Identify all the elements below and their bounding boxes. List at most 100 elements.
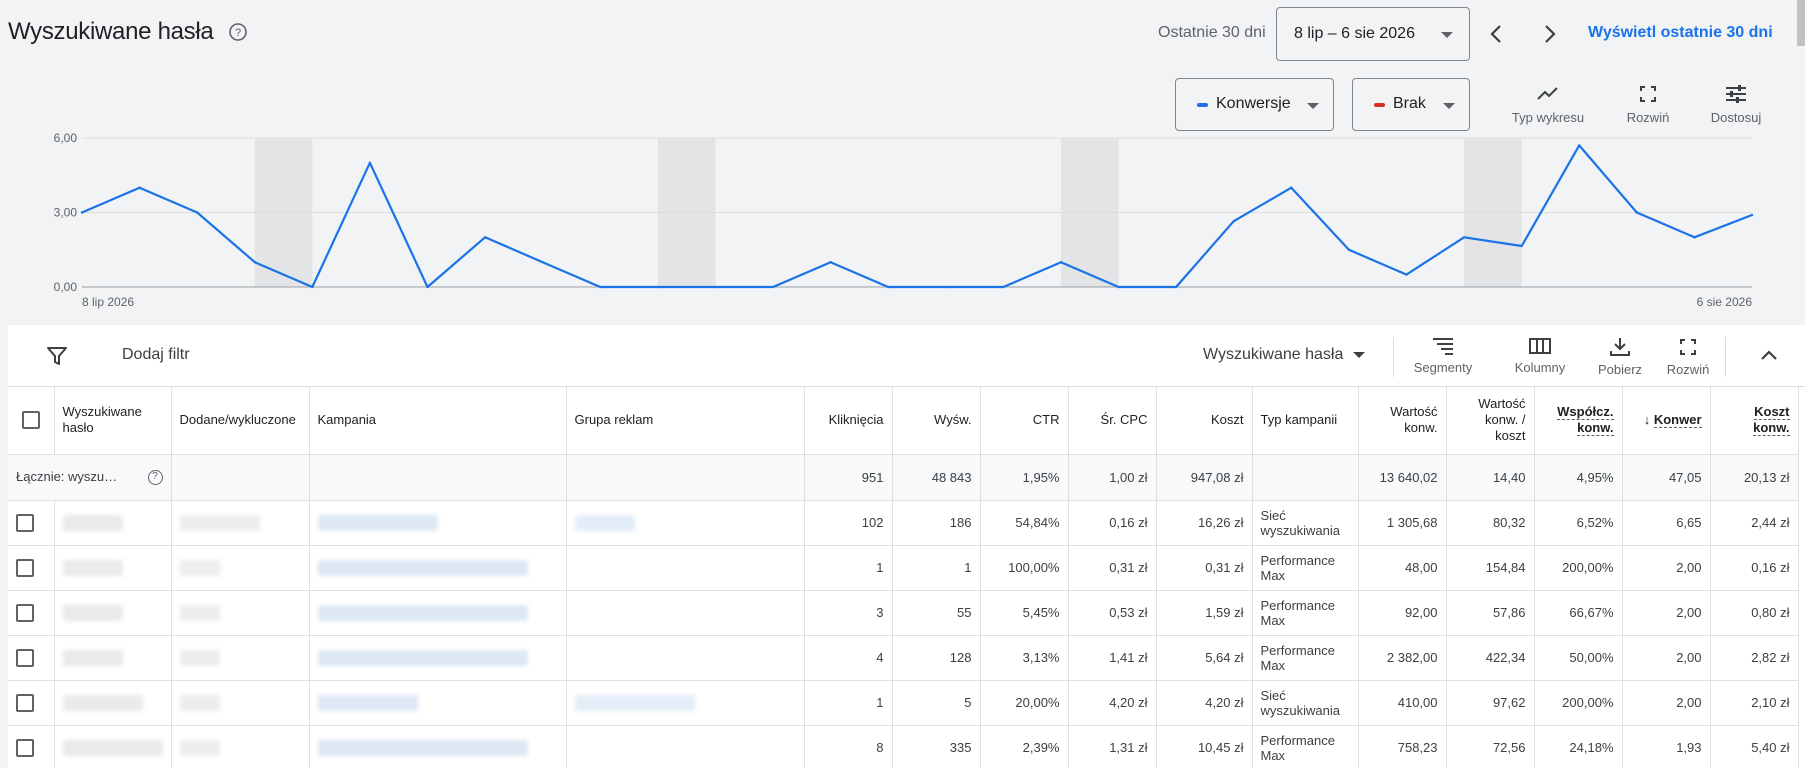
date-range-select[interactable]: 8 lip – 6 sie 2026 <box>1276 7 1470 61</box>
header-cost-per-conv[interactable]: Koszt konw. <box>1710 387 1799 455</box>
cell-cpc: 0,31 zł <box>1068 545 1157 591</box>
redacted-search-term <box>62 559 123 576</box>
header-conv-rate[interactable]: Współcz. konw. <box>1534 387 1623 455</box>
segments-button[interactable]: Segmenty <box>1408 337 1478 375</box>
header-term[interactable]: Wyszukiwane hasło <box>54 387 172 455</box>
cell-convval: 410,00 <box>1358 680 1447 726</box>
ad-group-name-cell[interactable] <box>566 545 805 591</box>
page-title: Wyszukiwane hasła <box>8 18 214 45</box>
table-expand-button[interactable]: Rozwiń <box>1658 337 1718 377</box>
y-tick-label: 0,00 <box>54 280 78 294</box>
data-point <box>1290 186 1293 189</box>
ad-group-name-cell[interactable] <box>566 500 805 546</box>
data-point <box>599 285 602 289</box>
show-last-30-days-link[interactable]: Wyświetl ostatnie 30 dni <box>1588 24 1773 42</box>
header-avg-cpc[interactable]: Śr. CPC <box>1068 387 1157 455</box>
total-cost: 947,08 zł <box>1156 454 1253 501</box>
cell-valcost: 57,86 <box>1446 590 1535 636</box>
table-row[interactable]: 1 5 20,00% 4,20 zł 4,20 zł Sieć wyszukiwania 41… <box>8 680 1799 726</box>
total-empty-cell <box>171 454 310 501</box>
chevron-down-icon <box>1441 32 1453 38</box>
select-all-checkbox[interactable] <box>21 411 40 430</box>
header-clicks[interactable]: Kliknięcia <box>804 387 893 455</box>
scrollbar-thumb[interactable] <box>1797 0 1805 46</box>
header-cost[interactable]: Koszt <box>1156 387 1253 455</box>
cell-impr: 1 <box>892 545 981 591</box>
series-color-swatch <box>1197 103 1208 107</box>
row-checkbox[interactable] <box>16 738 34 757</box>
campaign-name-cell[interactable] <box>309 545 567 591</box>
sort-desc-icon: ↓ <box>1643 412 1651 428</box>
table-row[interactable]: 102 186 54,84% 0,16 zł 16,26 zł Sieć wyszukiwa… <box>8 500 1799 546</box>
customize-button[interactable]: Dostosuj <box>1703 84 1769 125</box>
data-point <box>195 211 199 214</box>
metric-select-conversions[interactable]: Konwersje <box>1175 78 1334 131</box>
redacted-campaign-name <box>317 604 528 621</box>
cell-convval: 48,00 <box>1358 545 1447 591</box>
add-filter-button[interactable]: Dodaj filtr <box>122 346 190 364</box>
help-icon[interactable]: ? <box>147 470 163 485</box>
cell-cpc: 1,31 zł <box>1068 725 1157 768</box>
view-select[interactable]: Wyszukiwane hasła <box>1203 346 1366 364</box>
metric-select-none[interactable]: Brak <box>1352 78 1470 131</box>
columns-label: Kolumny <box>1514 360 1566 375</box>
header-campaign-type[interactable]: Typ kampanii <box>1252 387 1359 455</box>
help-icon[interactable]: ? <box>228 22 248 42</box>
columns-icon <box>1529 338 1551 354</box>
cell-clicks: 3 <box>804 590 893 636</box>
total-row: Łącznie: wyszu…? 951 48 843 1,95% 1,00 z… <box>8 454 1799 501</box>
campaign-name-cell[interactable] <box>309 590 567 636</box>
header-added[interactable]: Dodane/wykluczone <box>171 387 310 455</box>
table-row[interactable]: 1 1 100,00% 0,31 zł 0,31 zł Performance Max 48,… <box>8 545 1799 591</box>
cell-clicks: 1 <box>804 680 893 726</box>
search-terms-table-card: Dodaj filtr Wyszukiwane hasła Segmenty K… <box>8 325 1805 768</box>
row-checkbox[interactable] <box>16 648 34 667</box>
download-button[interactable]: Pobierz <box>1590 337 1650 377</box>
cell-cost: 1,59 zł <box>1156 590 1253 636</box>
header-value-per-cost[interactable]: Wartość konw. / koszt <box>1446 387 1535 455</box>
row-checkbox[interactable] <box>16 513 34 532</box>
chevron-left-icon[interactable] <box>1483 20 1511 48</box>
chart-expand-button[interactable]: Rozwiń <box>1618 84 1678 125</box>
campaign-name-cell[interactable] <box>309 635 567 681</box>
y-tick-label: 3,00 <box>54 206 78 220</box>
table-row[interactable]: 8 335 2,39% 1,31 zł 10,45 zł Performance Max 75… <box>8 725 1799 768</box>
search-terms-table: Wyszukiwane hasło Dodane/wykluczone Kamp… <box>8 387 1799 768</box>
table-expand-label: Rozwiń <box>1666 362 1710 377</box>
data-point <box>1750 213 1754 217</box>
header-adgroup[interactable]: Grupa reklam <box>566 387 805 455</box>
campaign-type-line2: wyszukiwania <box>1260 522 1340 538</box>
ad-group-name-cell[interactable] <box>566 725 805 768</box>
redacted-search-term <box>62 514 123 531</box>
cell-costconv: 5,40 zł <box>1710 725 1799 768</box>
chevron-right-icon[interactable] <box>1535 20 1563 48</box>
data-point <box>138 186 141 189</box>
redacted-ad-group-name <box>574 694 695 711</box>
row-checkbox[interactable] <box>16 693 34 712</box>
filter-icon[interactable] <box>46 345 68 367</box>
row-checkbox[interactable] <box>16 603 34 622</box>
table-row[interactable]: 4 128 3,13% 1,41 zł 5,64 zł Performance Max 2 3… <box>8 635 1799 681</box>
cell-valcost: 154,84 <box>1446 545 1535 591</box>
header-conversions[interactable]: ↓ Konwer <box>1622 387 1711 455</box>
ad-group-name-cell[interactable] <box>566 590 805 636</box>
select-all-cell <box>8 387 55 455</box>
ad-group-name-cell[interactable] <box>566 635 805 681</box>
ad-group-name-cell[interactable] <box>566 680 805 726</box>
header-ctr[interactable]: CTR <box>980 387 1069 455</box>
cell-ctr: 2,39% <box>980 725 1069 768</box>
campaign-name-cell[interactable] <box>309 680 567 726</box>
cell-cpc: 1,41 zł <box>1068 635 1157 681</box>
campaign-name-cell[interactable] <box>309 500 567 546</box>
columns-button[interactable]: Kolumny <box>1503 337 1577 375</box>
header-campaign[interactable]: Kampania <box>309 387 567 455</box>
cell-costconv: 2,10 zł <box>1710 680 1799 726</box>
header-conv-value[interactable]: Wartość konw. <box>1358 387 1447 455</box>
segments-icon <box>1433 338 1453 355</box>
chart-type-button[interactable]: Typ wykresu <box>1506 84 1590 125</box>
campaign-name-cell[interactable] <box>309 725 567 768</box>
header-impressions[interactable]: Wyśw. <box>892 387 981 455</box>
table-row[interactable]: 3 55 5,45% 0,53 zł 1,59 zł Performance Max 92,0… <box>8 590 1799 636</box>
chevron-up-icon[interactable] <box>1760 348 1778 362</box>
row-checkbox[interactable] <box>16 558 34 577</box>
